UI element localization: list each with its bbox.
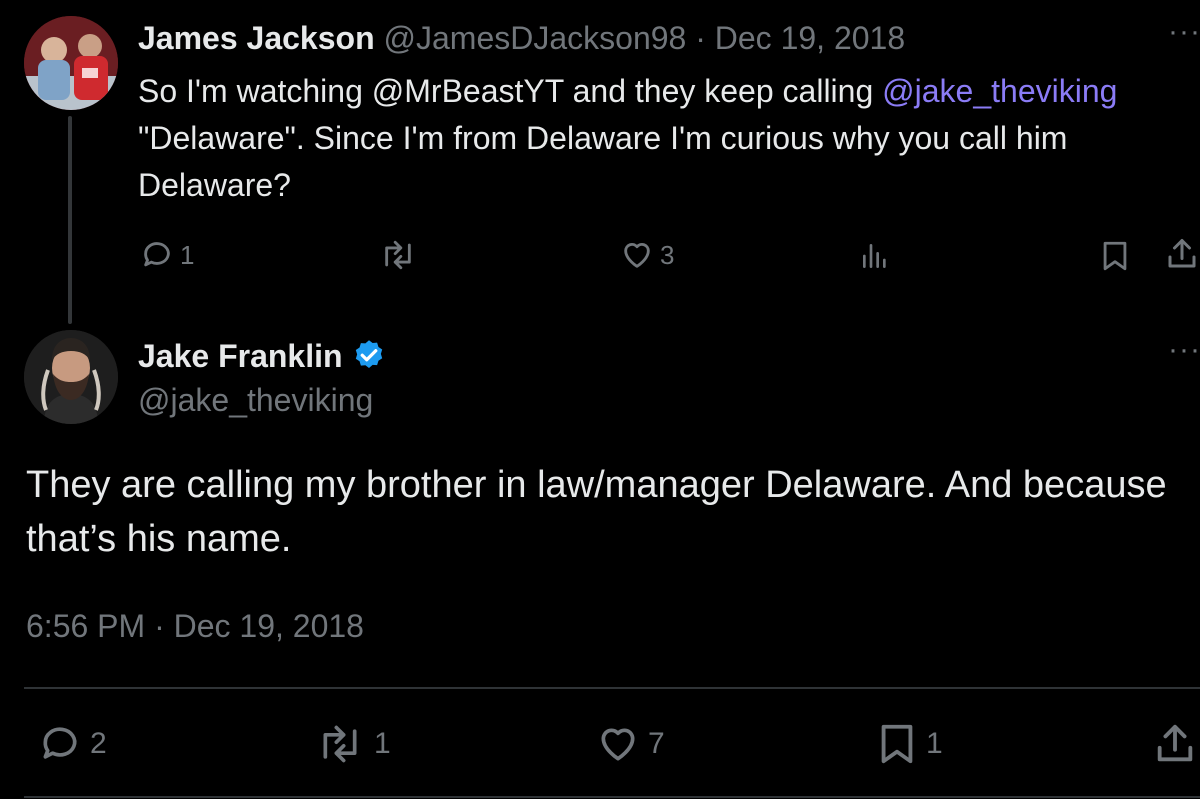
- parent-author-handle[interactable]: @JamesDJackson98: [384, 20, 687, 56]
- thread-connector-line: [68, 116, 72, 324]
- avatar-image: [24, 330, 118, 424]
- parent-text-part2: "Delaware". Since I'm from Delaware I'm …: [138, 120, 1068, 203]
- main-reply-button[interactable]: 2: [36, 722, 107, 766]
- parent-like-count: 3: [660, 239, 675, 270]
- main-author-row: Jake Franklin: [138, 336, 387, 376]
- heart-icon: [624, 243, 650, 268]
- share-icon: [1157, 724, 1193, 762]
- main-author-handle[interactable]: @jake_theviking: [138, 380, 373, 420]
- parent-bookmark-button[interactable]: [1098, 238, 1132, 274]
- parent-tweet-header: James Jackson @JamesDJackson98 · Dec 19,…: [138, 18, 905, 58]
- heart-icon: [601, 728, 635, 761]
- repost-icon: [385, 240, 411, 270]
- share-icon: [1168, 239, 1196, 268]
- reply-icon: [144, 242, 170, 267]
- james-jackson-avatar[interactable]: [24, 16, 118, 110]
- main-tweet-text: They are calling my brother in law/manag…: [26, 464, 1167, 560]
- parent-author-name[interactable]: James Jackson: [138, 20, 375, 56]
- repost-icon: [323, 725, 357, 763]
- parent-share-button[interactable]: [1164, 236, 1200, 272]
- parent-like-button[interactable]: 3: [620, 238, 674, 272]
- bottom-divider: [24, 796, 1200, 798]
- parent-repost-button[interactable]: [378, 238, 424, 272]
- main-more-options-icon[interactable]: ···: [1168, 335, 1200, 365]
- main-reply-count: 2: [90, 727, 107, 760]
- parent-tweet-text: So I'm watching @MrBeastYT and they keep…: [138, 68, 1188, 209]
- bookmark-icon: [1103, 241, 1127, 271]
- divider: [24, 687, 1200, 689]
- main-repost-button[interactable]: 1: [312, 722, 391, 766]
- bookmark-icon: [881, 724, 913, 764]
- main-share-button[interactable]: [1152, 720, 1198, 768]
- parent-more-options-icon[interactable]: ···: [1168, 17, 1200, 47]
- jake-franklin-avatar[interactable]: [24, 330, 118, 424]
- main-like-count: 7: [648, 727, 665, 760]
- reply-icon: [43, 727, 77, 759]
- parent-reply-count: 1: [180, 239, 195, 270]
- avatar-image: [24, 16, 118, 110]
- header-separator: ·: [695, 20, 706, 56]
- parent-views-button[interactable]: [858, 240, 892, 272]
- parent-text-part1: So I'm watching @MrBeastYT and they keep…: [138, 73, 883, 109]
- parent-date[interactable]: Dec 19, 2018: [715, 20, 905, 56]
- analytics-icon: [863, 244, 886, 268]
- main-repost-count: 1: [374, 727, 391, 760]
- main-like-button[interactable]: 7: [594, 722, 665, 766]
- main-bookmark-count: 1: [926, 727, 943, 760]
- parent-reply-button[interactable]: 1: [140, 238, 194, 272]
- main-timestamp[interactable]: 6:56 PM · Dec 19, 2018: [26, 604, 364, 648]
- mention-link[interactable]: @jake_theviking: [882, 73, 1117, 109]
- verified-badge-icon: [355, 340, 382, 368]
- main-author-name[interactable]: Jake Franklin: [138, 336, 343, 376]
- main-bookmark-button[interactable]: 1: [874, 720, 943, 768]
